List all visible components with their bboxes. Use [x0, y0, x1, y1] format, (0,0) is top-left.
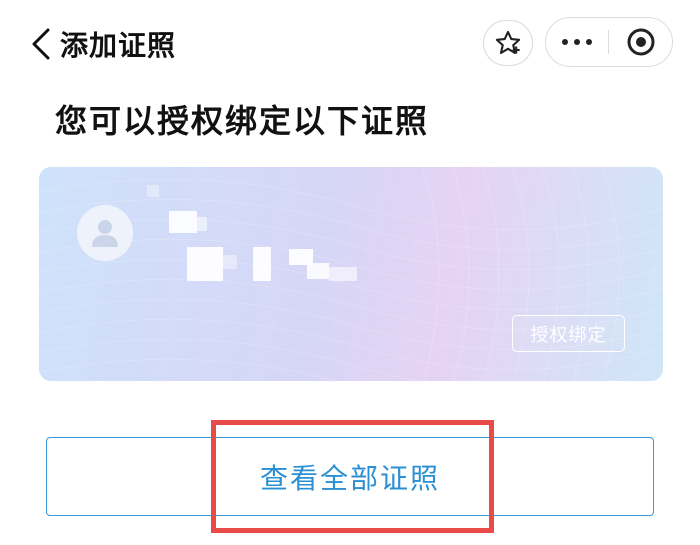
back-button[interactable]: 添加证照	[30, 22, 230, 66]
close-mini-program-button[interactable]	[609, 18, 672, 66]
view-all-certificates-button[interactable]: 查看全部证照	[46, 437, 654, 516]
target-close-icon	[627, 28, 654, 56]
authorize-bind-button[interactable]: 授权绑定	[512, 315, 625, 352]
nav-title: 添加证照	[60, 29, 177, 62]
more-button[interactable]	[546, 18, 608, 66]
page-heading: 您可以授权绑定以下证照	[55, 102, 430, 140]
star-icon	[495, 30, 521, 54]
mini-program-capsule	[545, 17, 673, 67]
certificate-card: 授权绑定	[39, 167, 663, 381]
user-icon	[92, 220, 118, 247]
favorite-button[interactable]	[483, 20, 533, 66]
chevron-left-icon	[32, 28, 50, 60]
avatar	[77, 205, 133, 261]
more-icon	[559, 39, 595, 45]
